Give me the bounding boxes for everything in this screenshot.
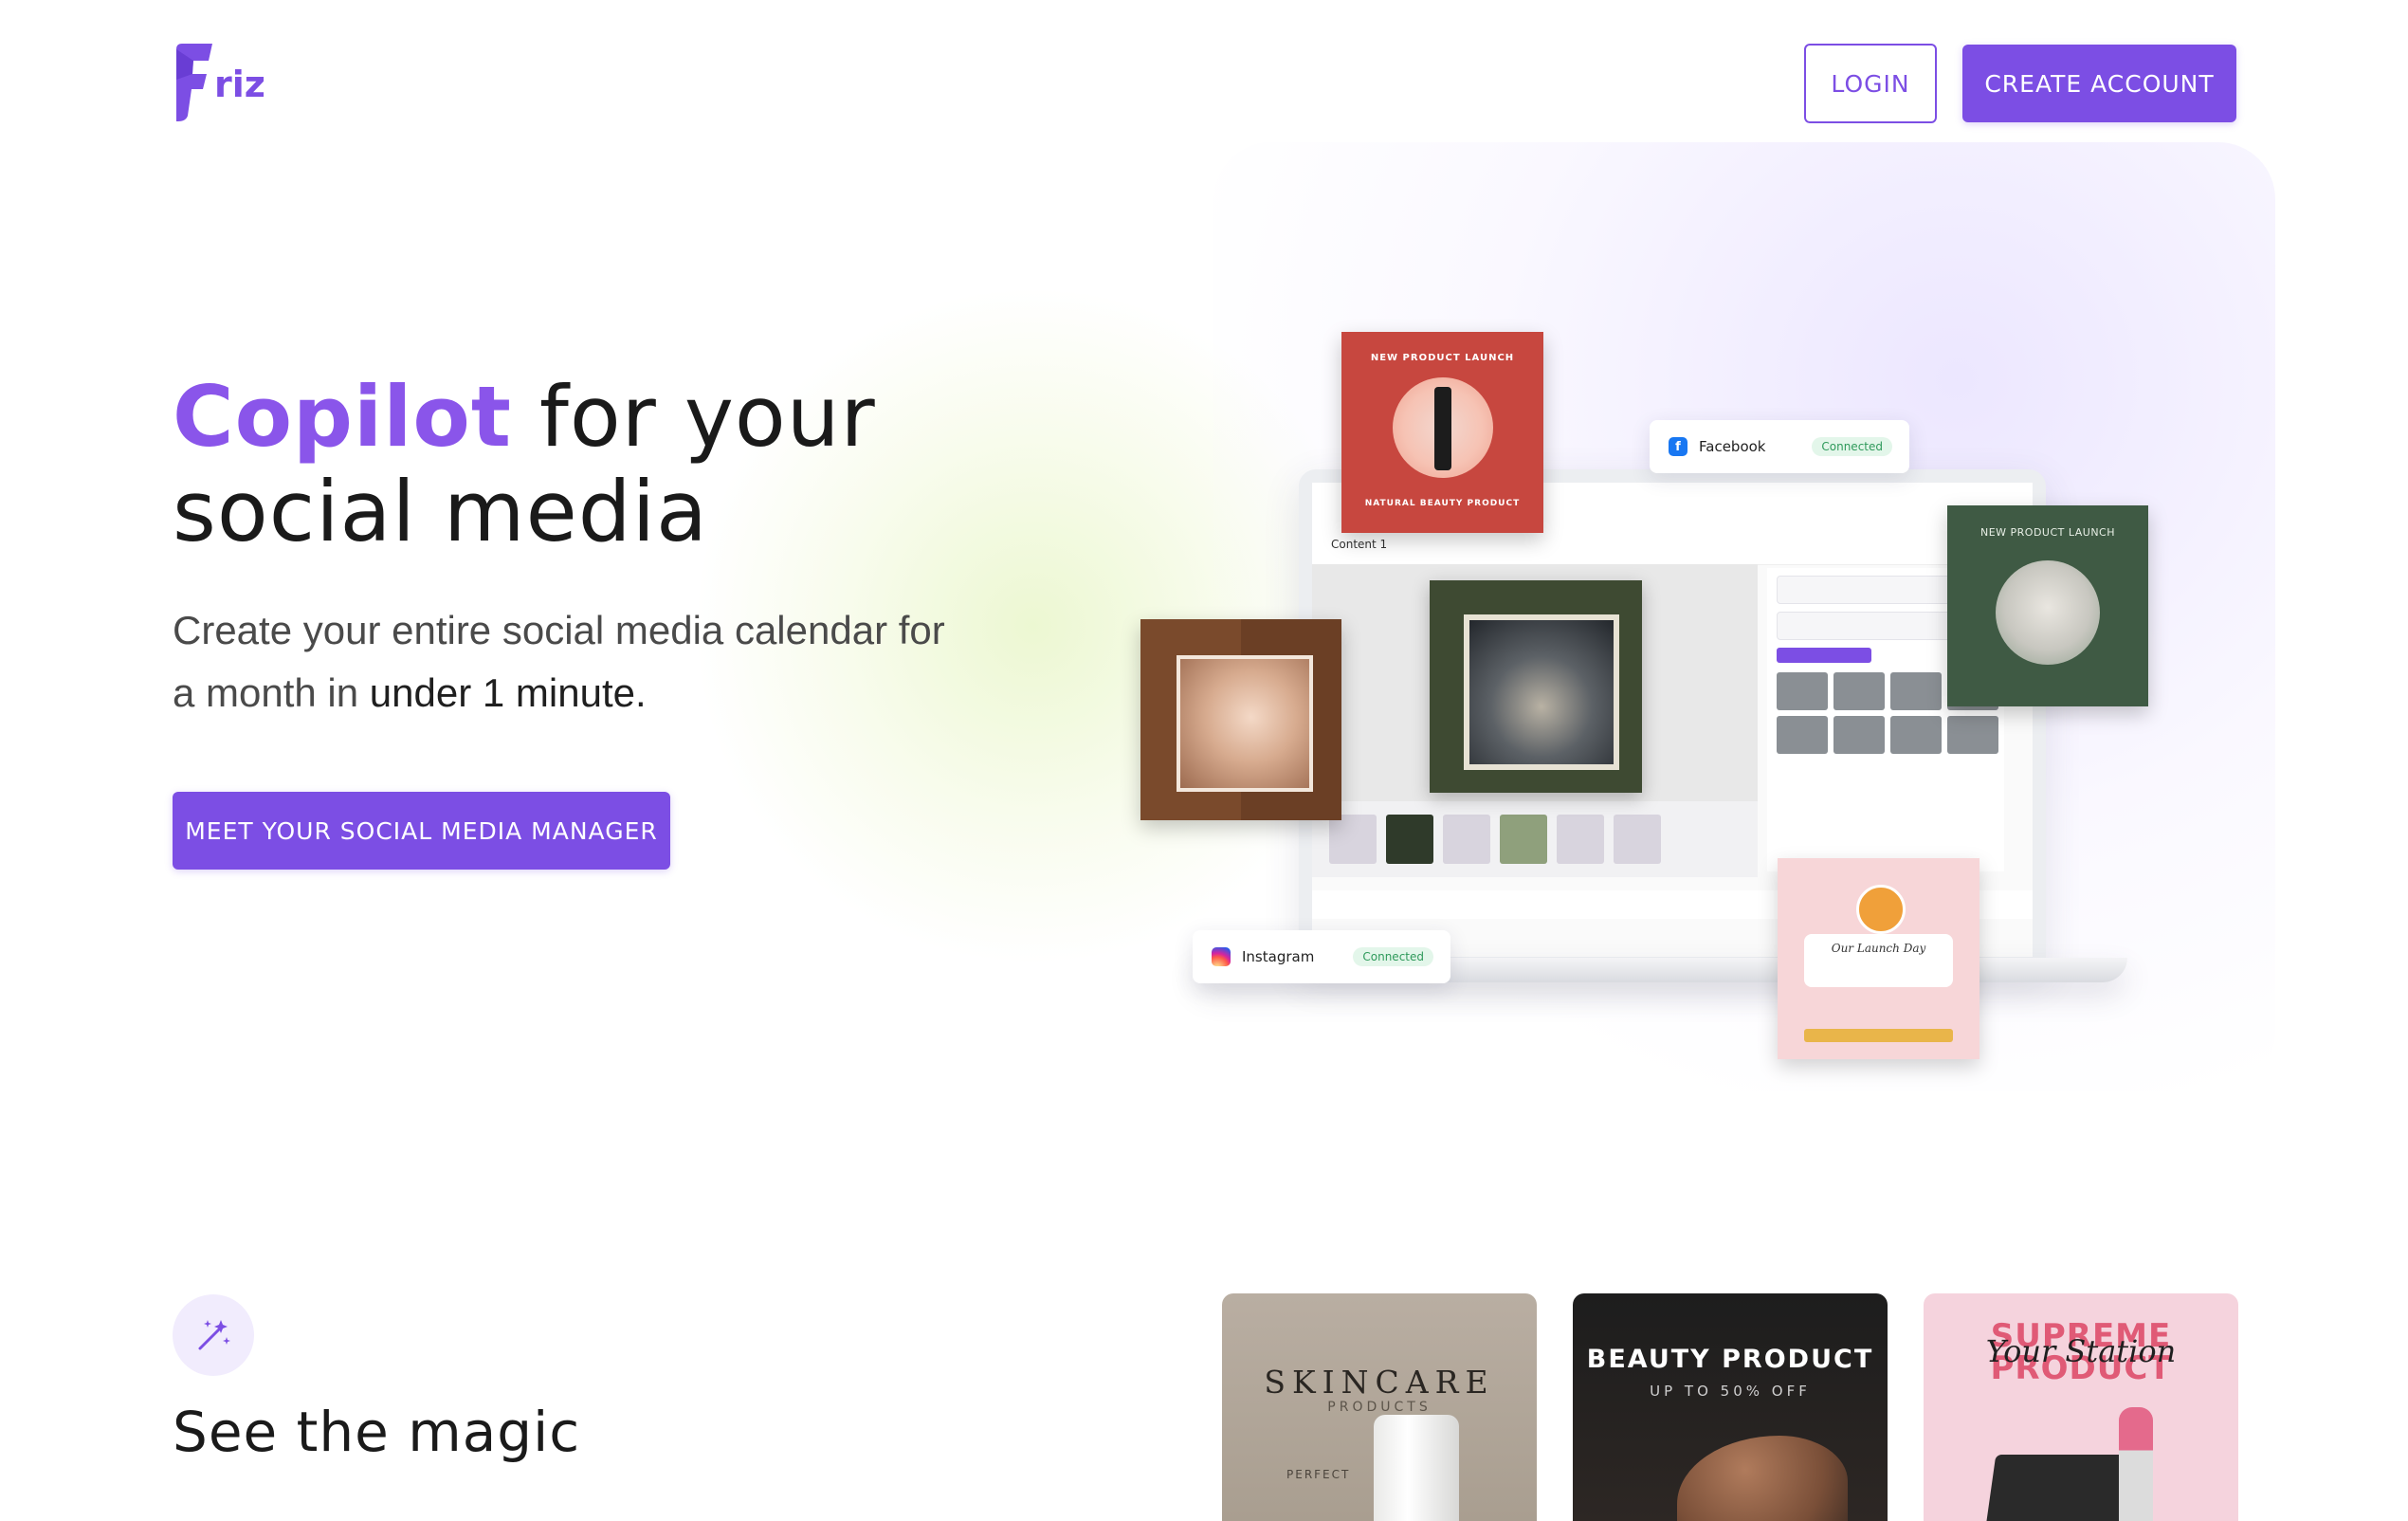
template-thumbnail	[1557, 815, 1604, 864]
instagram-status-badge: Connected	[1353, 947, 1433, 966]
facebook-status-badge: Connected	[1812, 437, 1892, 456]
magic-wand-icon	[198, 1320, 230, 1350]
instagram-connection-card: Instagram Connected	[1193, 930, 1450, 983]
post-image	[1464, 614, 1619, 770]
logo-mark-icon	[176, 44, 212, 121]
tile-footer: PERFECT	[1286, 1468, 1351, 1481]
instagram-icon	[1212, 947, 1231, 966]
post-headline: Our Launch Day	[1804, 934, 1953, 987]
tile-title: BEAUTY PRODUCT	[1586, 1345, 1874, 1374]
post-card-product-launch-green: NEW PRODUCT LAUNCH	[1947, 505, 2148, 706]
hero-title-accent: Copilot	[173, 368, 512, 466]
tile-subtitle: UP TO 50% OFF	[1650, 1383, 1811, 1400]
panel-generate-button	[1777, 648, 1871, 663]
hero-title-line1: for your	[511, 368, 876, 466]
image-thumbnail	[1947, 716, 1998, 754]
facebook-connection-card: f Facebook Connected	[1650, 420, 1909, 473]
image-thumbnail	[1890, 672, 1942, 710]
template-thumbnail	[1443, 815, 1490, 864]
post-preview-umbrella	[1430, 580, 1642, 793]
image-thumbnail	[1777, 716, 1828, 754]
bottle-image	[1434, 387, 1451, 470]
tile-title: SKINCARE	[1264, 1364, 1495, 1401]
bottle-image	[1374, 1415, 1459, 1521]
example-tile-beauty-product[interactable]: BEAUTY PRODUCT UP TO 50% OFF	[1573, 1293, 1888, 1521]
example-tile-skincare[interactable]: SKINCARE PRODUCTS PERFECT	[1222, 1293, 1537, 1521]
avatar	[1856, 885, 1906, 934]
hero-title-line2: social media	[173, 463, 708, 560]
facebook-icon: f	[1669, 437, 1687, 456]
compact-image	[1983, 1455, 2139, 1521]
post-footer: NATURAL BEAUTY PRODUCT	[1364, 499, 1521, 508]
instagram-label: Instagram	[1242, 948, 1315, 965]
meet-social-media-manager-button[interactable]: MEET YOUR SOCIAL MEDIA MANAGER	[173, 792, 670, 870]
logo-wordmark: riz	[214, 64, 265, 105]
create-account-button[interactable]: CREATE ACCOUNT	[1962, 45, 2236, 122]
hero-title: Copilot for your social media	[173, 370, 876, 559]
template-thumbnail	[1329, 815, 1377, 864]
example-tile-supreme-product[interactable]: SUPREME PRODUCT Your Station	[1924, 1293, 2238, 1521]
facebook-label: Facebook	[1699, 438, 1766, 455]
post-card-product-launch-red: NEW PRODUCT LAUNCH NATURAL BEAUTY PRODUC…	[1341, 332, 1543, 533]
post-headline: NEW PRODUCT LAUNCH	[1370, 353, 1515, 363]
post-headline: NEW PRODUCT LAUNCH	[1979, 526, 2116, 539]
post-image	[1996, 560, 2100, 665]
hero-subtitle-emphasis: under 1 minute.	[369, 670, 647, 715]
logo[interactable]: riz	[173, 42, 265, 123]
section-title: See the magic	[173, 1400, 581, 1464]
post-image	[1177, 655, 1313, 792]
post-card-launch-day: Our Launch Day	[1778, 858, 1979, 1059]
image-thumbnail	[1833, 672, 1885, 710]
login-button[interactable]: LOGIN	[1804, 44, 1937, 123]
lipstick-image	[2119, 1407, 2153, 1521]
image-thumbnail	[1833, 716, 1885, 754]
tile-subtitle: PRODUCTS	[1327, 1400, 1432, 1415]
tile-image	[1677, 1436, 1848, 1521]
editor-tab: Content 1	[1331, 538, 1388, 551]
tile-script-text: Your Station	[1985, 1333, 2177, 1369]
template-thumbnail	[1386, 815, 1433, 864]
post-cta-bar	[1804, 1029, 1953, 1042]
magic-wand-icon-badge	[173, 1294, 254, 1376]
hero-subtitle: Create your entire social media calendar…	[173, 599, 950, 724]
template-thumbnail	[1500, 815, 1547, 864]
template-strip	[1312, 801, 1758, 877]
image-thumbnail	[1777, 672, 1828, 710]
image-thumbnail	[1890, 716, 1942, 754]
post-card-portrait-brown	[1140, 619, 1341, 820]
template-thumbnail	[1614, 815, 1661, 864]
